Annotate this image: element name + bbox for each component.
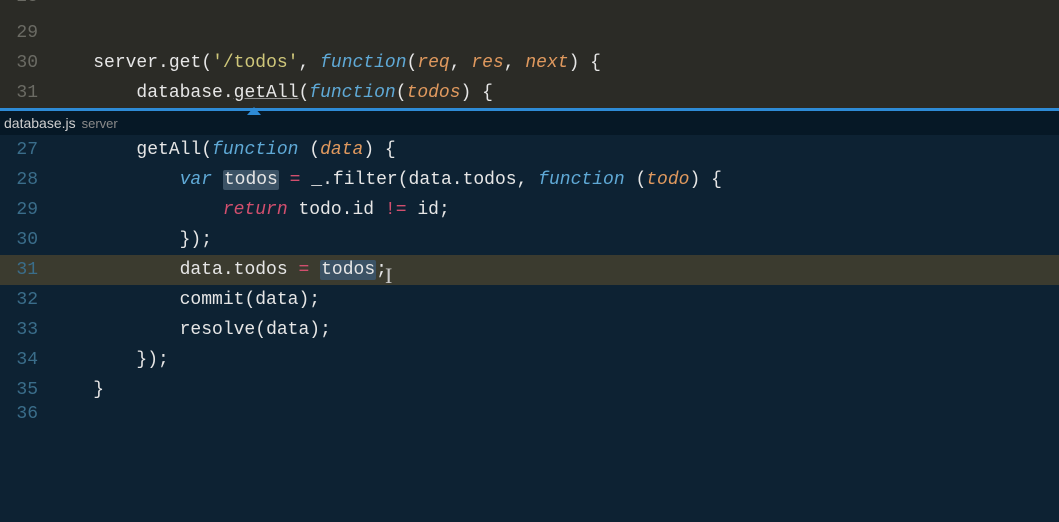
line-number: 29	[0, 18, 50, 48]
peek-header[interactable]: database.js server	[0, 111, 1059, 135]
code-line-active[interactable]: 31 data.todos = todos;I	[0, 255, 1059, 285]
code-content[interactable]: commit(data);	[50, 285, 1059, 315]
code-line[interactable]: 30 server.get('/todos', function(req, re…	[0, 48, 1059, 78]
code-content[interactable]: var todos = _.filter(data.todos, functio…	[50, 165, 1059, 195]
code-line[interactable]: 34 });	[0, 345, 1059, 375]
code-content[interactable]: resolve(data);	[50, 315, 1059, 345]
code-content[interactable]: });	[50, 345, 1059, 375]
line-number: 34	[0, 345, 50, 375]
code-line[interactable]: 31 database.getAll(function(todos) {	[0, 78, 1059, 108]
code-line[interactable]: 29 return todo.id != id;	[0, 195, 1059, 225]
code-line[interactable]: 36	[0, 405, 1059, 423]
code-line[interactable]: 33 resolve(data);	[0, 315, 1059, 345]
peek-scope-name: server	[82, 112, 118, 136]
line-number: 29	[0, 195, 50, 225]
line-number: 28	[0, 165, 50, 195]
code-content[interactable]: }	[50, 375, 1059, 405]
line-number: 36	[0, 405, 50, 423]
peek-caret-icon	[247, 107, 261, 115]
code-content[interactable]: return todo.id != id;	[50, 195, 1059, 225]
code-content[interactable]: server.get('/todos', function(req, res, …	[50, 48, 1059, 78]
line-number: 33	[0, 315, 50, 345]
line-number: 31	[0, 255, 50, 285]
code-content[interactable]: data.todos = todos;I	[50, 255, 1059, 285]
code-content[interactable]: });	[50, 225, 1059, 255]
line-number: 30	[0, 225, 50, 255]
line-number: 27	[0, 135, 50, 165]
code-editor[interactable]: 282930 server.get('/todos', function(req…	[0, 0, 1059, 522]
line-number: 32	[0, 285, 50, 315]
peek-code-pane[interactable]: 27 getAll(function (data) {28 var todos …	[0, 135, 1059, 423]
outer-code-pane[interactable]: 28 2930 server.get('/todos', function(req…	[0, 0, 1059, 108]
line-number: 28	[0, 0, 50, 12]
line-number: 31	[0, 78, 50, 108]
line-number: 30	[0, 48, 50, 78]
code-line[interactable]: 28	[0, 0, 1059, 18]
code-line[interactable]: 28 var todos = _.filter(data.todos, func…	[0, 165, 1059, 195]
code-line[interactable]: 35 }	[0, 375, 1059, 405]
code-line[interactable]: 27 getAll(function (data) {	[0, 135, 1059, 165]
line-number: 35	[0, 375, 50, 405]
code-content[interactable]: getAll(function (data) {	[50, 135, 1059, 165]
peek-file-name: database.js	[4, 111, 76, 135]
code-line[interactable]: 29	[0, 18, 1059, 48]
code-line[interactable]: 32 commit(data);	[0, 285, 1059, 315]
peek-divider	[0, 108, 1059, 111]
code-line[interactable]: 30 });	[0, 225, 1059, 255]
code-content[interactable]: database.getAll(function(todos) {	[50, 78, 1059, 108]
